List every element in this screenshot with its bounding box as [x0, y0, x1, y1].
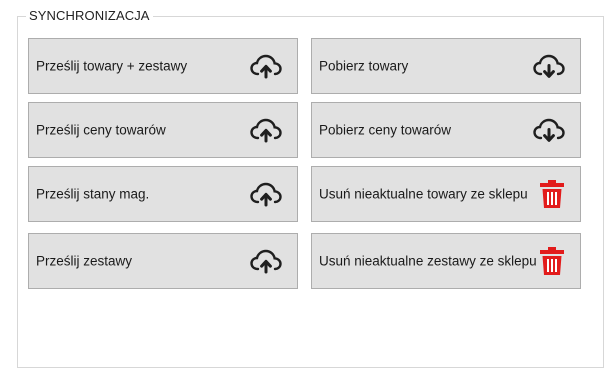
groupbox-title: SYNCHRONIZACJA [26, 8, 153, 23]
button-label: Prześlij towary + zestawy [36, 58, 188, 74]
download-products-button[interactable]: Pobierz towary [311, 38, 581, 94]
download-product-prices-button[interactable]: Pobierz ceny towarów [311, 102, 581, 158]
button-label: Usuń nieaktualne zestawy ze sklepu [319, 253, 537, 269]
upload-stock-levels-button[interactable]: Prześlij stany mag. [28, 166, 298, 222]
cloud-upload-icon [250, 118, 282, 143]
button-label: Pobierz ceny towarów [319, 122, 452, 138]
button-label: Prześlij zestawy [36, 253, 133, 269]
upload-sets-button[interactable]: Prześlij zestawy [28, 233, 298, 289]
delete-outdated-sets-button[interactable]: Usuń nieaktualne zestawy ze sklepu [311, 233, 581, 289]
cloud-upload-icon [250, 249, 282, 274]
cloud-upload-icon [250, 54, 282, 79]
trash-icon [540, 180, 564, 208]
cloud-download-icon [533, 54, 565, 78]
cloud-upload-icon [250, 182, 282, 207]
cloud-download-icon [533, 118, 565, 142]
button-label: Pobierz towary [319, 58, 409, 74]
button-label: Usuń nieaktualne towary ze sklepu [319, 186, 528, 202]
button-label: Prześlij ceny towarów [36, 122, 166, 138]
delete-outdated-products-button[interactable]: Usuń nieaktualne towary ze sklepu [311, 166, 581, 222]
button-label: Prześlij stany mag. [36, 186, 150, 202]
upload-products-and-sets-button[interactable]: Prześlij towary + zestawy [28, 38, 298, 94]
trash-icon [540, 247, 564, 275]
upload-product-prices-button[interactable]: Prześlij ceny towarów [28, 102, 298, 158]
